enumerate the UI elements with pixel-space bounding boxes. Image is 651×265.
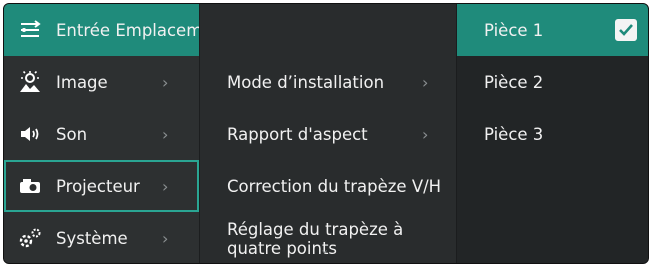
- options-list: Pièce 1 Pièce 2 Pièce 3: [456, 4, 648, 263]
- checkmark-icon[interactable]: [615, 19, 637, 41]
- menu-item-systeme[interactable]: Système ›: [4, 212, 199, 263]
- chevron-right-icon: ›: [162, 176, 169, 196]
- submenu-item-label: Réglage du trapèze à quatre points: [227, 220, 403, 258]
- speaker-icon: [18, 122, 42, 146]
- submenu-item-rapport-aspect[interactable]: Rapport d'aspect ›: [200, 108, 457, 160]
- submenu-item-label-line1: Réglage du trapèze à: [227, 219, 404, 239]
- chevron-right-icon: ›: [162, 124, 169, 144]
- menu-item-son[interactable]: Son ›: [4, 108, 199, 160]
- submenu-item-mode-installation[interactable]: Mode d’installation ›: [200, 56, 457, 108]
- chevron-right-icon: ›: [162, 72, 169, 92]
- submenu-item-label: Correction du trapèze V/H: [227, 176, 442, 196]
- submenu-item-label: Rapport d'aspect: [227, 124, 368, 144]
- option-piece-2[interactable]: Pièce 2: [457, 56, 648, 108]
- option-label: Pièce 2: [484, 72, 544, 92]
- option-label: Pièce 3: [484, 124, 544, 144]
- menu-item-label: Système: [56, 228, 128, 248]
- submenu-item-reglage-trapeze[interactable]: Réglage du trapèze à quatre points ⌄: [200, 212, 457, 263]
- input-location-icon: [18, 18, 42, 42]
- submenu-item-label: Mode d’installation: [227, 72, 385, 92]
- menu-item-image[interactable]: Image ›: [4, 56, 199, 108]
- chevron-right-icon: ›: [162, 228, 169, 248]
- submenu-item-correction-trapeze[interactable]: Correction du trapèze V/H: [200, 160, 457, 212]
- option-label: Pièce 1: [484, 20, 544, 40]
- chevron-right-icon: ›: [422, 124, 429, 144]
- menu-item-label: Image: [56, 72, 108, 92]
- option-piece-3[interactable]: Pièce 3: [457, 108, 648, 160]
- submenu: Mode d’installation › Rapport d'aspect ›…: [199, 4, 457, 263]
- chevron-right-icon: ›: [422, 72, 429, 92]
- option-piece-1[interactable]: Pièce 1: [457, 4, 648, 56]
- projector-icon: [18, 174, 42, 198]
- gears-icon: [18, 226, 42, 250]
- menu-item-label: Projecteur: [56, 176, 140, 196]
- menu-item-label: Son: [56, 124, 88, 144]
- chevron-down-icon: ⌄: [320, 243, 330, 256]
- settings-menu: Entrée Emplacement › Image ›: [3, 3, 649, 264]
- menu-item-projecteur[interactable]: Projecteur ›: [4, 160, 199, 212]
- picture-icon: [18, 70, 42, 94]
- main-menu: Entrée Emplacement › Image ›: [4, 4, 456, 263]
